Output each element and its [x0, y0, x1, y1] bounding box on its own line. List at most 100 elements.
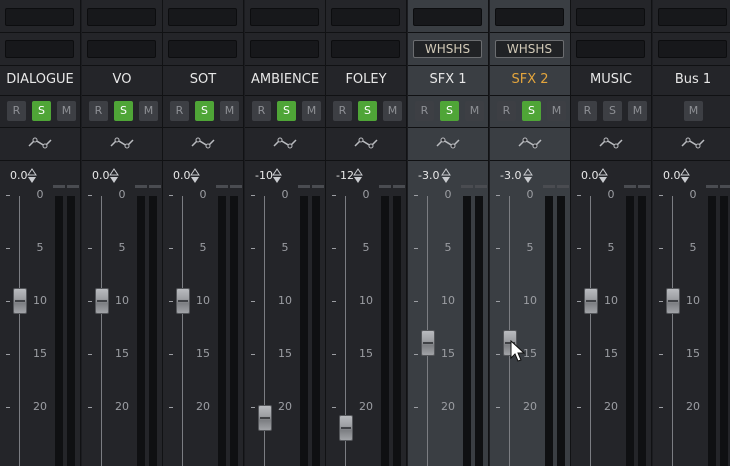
automation-curve-icon[interactable] — [191, 135, 215, 149]
track-name[interactable]: AMBIENCE — [245, 72, 325, 87]
volume-readout[interactable]: 0.0 — [10, 169, 28, 182]
automation-curve-icon[interactable] — [28, 135, 52, 149]
scale-tick — [6, 248, 10, 249]
scale-label: 5 — [607, 241, 615, 254]
track-name[interactable]: SFX 1 — [408, 72, 488, 87]
insert-slot[interactable] — [576, 8, 645, 26]
mute-button[interactable]: M — [547, 101, 566, 121]
up-down-arrows-icon[interactable] — [523, 168, 533, 184]
volume-fader[interactable] — [176, 288, 190, 314]
volume-readout[interactable]: -3.0 — [500, 169, 521, 182]
automation-curve-icon[interactable] — [436, 135, 460, 149]
record-button[interactable]: R — [333, 101, 352, 121]
up-down-arrows-icon[interactable] — [190, 168, 200, 184]
automation-curve-icon[interactable] — [599, 135, 623, 149]
up-down-arrows-icon[interactable] — [353, 168, 363, 184]
track-name[interactable]: SOT — [163, 72, 243, 87]
insert-slot[interactable] — [87, 8, 156, 26]
solo-button[interactable]: S — [603, 101, 622, 121]
record-button[interactable]: R — [252, 101, 271, 121]
scale-label: 5 — [199, 241, 207, 254]
send-slot[interactable] — [576, 40, 645, 58]
record-button[interactable]: R — [497, 101, 516, 121]
volume-fader[interactable] — [666, 288, 680, 314]
mute-button[interactable]: M — [57, 101, 76, 121]
solo-button[interactable]: S — [277, 101, 296, 121]
automation-curve-icon[interactable] — [354, 135, 378, 149]
volume-readout[interactable]: 0.0 — [581, 169, 599, 182]
track-name[interactable]: Bus 1 — [653, 72, 730, 87]
automation-curve-icon[interactable] — [681, 135, 705, 149]
solo-button[interactable]: S — [32, 101, 51, 121]
solo-button[interactable]: S — [522, 101, 541, 121]
solo-button[interactable]: S — [195, 101, 214, 121]
send-slot[interactable] — [5, 40, 74, 58]
record-button[interactable]: R — [578, 101, 597, 121]
send-slot[interactable] — [250, 40, 319, 58]
track-name[interactable]: MUSIC — [571, 72, 651, 87]
volume-fader[interactable] — [584, 288, 598, 314]
record-button[interactable]: R — [7, 101, 26, 121]
scale-label: 10 — [196, 294, 210, 307]
insert-slot[interactable] — [250, 8, 319, 26]
up-down-arrows-icon[interactable] — [598, 168, 608, 184]
insert-slot[interactable] — [658, 8, 727, 26]
record-button[interactable]: R — [89, 101, 108, 121]
track-name[interactable]: VO — [82, 72, 162, 87]
automation-curve-icon[interactable] — [110, 135, 134, 149]
divider — [163, 32, 243, 33]
up-down-arrows-icon[interactable] — [272, 168, 282, 184]
mute-button[interactable]: M — [383, 101, 402, 121]
automation-curve-icon[interactable] — [518, 135, 542, 149]
send-slot[interactable] — [168, 40, 237, 58]
insert-slot[interactable] — [168, 8, 237, 26]
track-name[interactable]: DIALOGUE — [0, 72, 80, 87]
volume-fader[interactable] — [421, 330, 435, 357]
volume-readout[interactable]: -12 — [336, 169, 354, 182]
send-slot[interactable] — [658, 40, 727, 58]
volume-readout[interactable]: 0.0 — [173, 169, 191, 182]
volume-fader[interactable] — [258, 404, 272, 431]
insert-slot[interactable] — [5, 8, 74, 26]
up-down-arrows-icon[interactable] — [680, 168, 690, 184]
send-slot[interactable]: WHSHS — [495, 40, 564, 58]
mute-button[interactable]: M — [628, 101, 647, 121]
scale-tick — [496, 195, 500, 196]
solo-button[interactable]: S — [114, 101, 133, 121]
record-button[interactable]: R — [170, 101, 189, 121]
up-down-arrows-icon[interactable] — [27, 168, 37, 184]
insert-slot[interactable] — [495, 8, 564, 26]
scale-label: 15 — [441, 347, 455, 360]
send-slot[interactable]: WHSHS — [413, 40, 482, 58]
volume-readout[interactable]: -3.0 — [418, 169, 439, 182]
scale-tick — [251, 301, 255, 302]
up-down-arrows-icon[interactable] — [441, 168, 451, 184]
record-button[interactable]: R — [415, 101, 434, 121]
divider — [490, 160, 570, 161]
insert-slot[interactable] — [331, 8, 400, 26]
volume-readout[interactable]: 0.0 — [663, 169, 681, 182]
volume-fader[interactable] — [13, 288, 27, 314]
send-slot[interactable] — [331, 40, 400, 58]
volume-readout[interactable]: 0.0 — [92, 169, 110, 182]
mute-button[interactable]: M — [684, 101, 703, 121]
track-name[interactable]: FOLEY — [326, 72, 406, 87]
up-down-arrows-icon[interactable] — [109, 168, 119, 184]
send-slot[interactable] — [87, 40, 156, 58]
mute-button[interactable]: M — [465, 101, 484, 121]
divider — [163, 160, 243, 161]
mute-button[interactable]: M — [139, 101, 158, 121]
mute-button[interactable]: M — [302, 101, 321, 121]
volume-fader[interactable] — [95, 288, 109, 314]
solo-button[interactable]: S — [358, 101, 377, 121]
solo-button[interactable]: S — [440, 101, 459, 121]
track-name[interactable]: SFX 2 — [490, 72, 570, 87]
volume-fader[interactable] — [339, 415, 353, 442]
divider — [326, 160, 406, 161]
fader-track — [590, 196, 591, 466]
volume-readout[interactable]: -10 — [255, 169, 273, 182]
insert-slot[interactable] — [413, 8, 482, 26]
automation-curve-icon[interactable] — [273, 135, 297, 149]
divider — [163, 127, 243, 128]
mute-button[interactable]: M — [220, 101, 239, 121]
